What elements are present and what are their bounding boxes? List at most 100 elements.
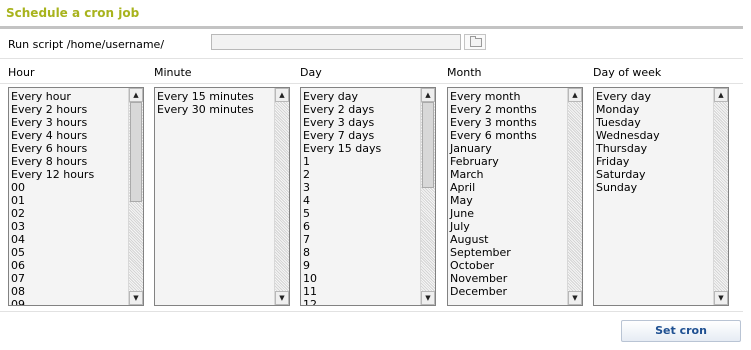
- day-listbox[interactable]: Every day Every 2 days Every 3 days Every 7…: [300, 87, 436, 306]
- list-option[interactable]: Every 3 hours: [11, 116, 127, 129]
- list-option[interactable]: Every 2 hours: [11, 103, 127, 116]
- list-option[interactable]: Every 4 hours: [11, 129, 127, 142]
- list-option[interactable]: December: [450, 285, 566, 298]
- list-option[interactable]: July: [450, 220, 566, 233]
- scroll-thumb[interactable]: [422, 102, 434, 188]
- minute-listbox[interactable]: Every 15 minutes Every 30 minutes ▲ ▼: [154, 87, 290, 306]
- list-option[interactable]: 03: [11, 220, 127, 233]
- list-option[interactable]: February: [450, 155, 566, 168]
- scroll-up-arrow-icon[interactable]: ▲: [714, 88, 728, 102]
- list-option[interactable]: 7: [303, 233, 419, 246]
- row-divider: [0, 58, 743, 59]
- month-listbox[interactable]: Every month Every 2 months Every 3 months E…: [447, 87, 583, 306]
- minute-label: Minute: [154, 66, 192, 79]
- list-option[interactable]: 4: [303, 194, 419, 207]
- list-option[interactable]: 3: [303, 181, 419, 194]
- hour-label: Hour: [8, 66, 35, 79]
- row-divider: [0, 311, 743, 312]
- month-options: Every month Every 2 months Every 3 months E…: [450, 90, 566, 298]
- list-option[interactable]: 8: [303, 246, 419, 259]
- list-option[interactable]: 09: [11, 298, 127, 305]
- list-option[interactable]: May: [450, 194, 566, 207]
- scrollbar[interactable]: ▲ ▼: [128, 88, 143, 305]
- list-option[interactable]: Monday: [596, 103, 712, 116]
- list-option[interactable]: March: [450, 168, 566, 181]
- page-title: Schedule a cron job: [6, 6, 140, 20]
- list-option[interactable]: 9: [303, 259, 419, 272]
- day-of-week-listbox[interactable]: Every day Monday Tuesday Wednesday Thursday F…: [593, 87, 729, 306]
- scroll-up-arrow-icon[interactable]: ▲: [568, 88, 582, 102]
- month-label: Month: [447, 66, 482, 79]
- list-option[interactable]: Every 8 hours: [11, 155, 127, 168]
- dow-options: Every day Monday Tuesday Wednesday Thursday F…: [596, 90, 712, 194]
- list-option[interactable]: Every 6 months: [450, 129, 566, 142]
- list-option[interactable]: Saturday: [596, 168, 712, 181]
- list-option[interactable]: Every 30 minutes: [157, 103, 273, 116]
- list-option[interactable]: 00: [11, 181, 127, 194]
- scroll-down-arrow-icon[interactable]: ▼: [275, 291, 289, 305]
- list-option[interactable]: November: [450, 272, 566, 285]
- list-option[interactable]: Friday: [596, 155, 712, 168]
- list-option[interactable]: Sunday: [596, 181, 712, 194]
- scroll-up-arrow-icon[interactable]: ▲: [129, 88, 143, 102]
- list-option[interactable]: 05: [11, 246, 127, 259]
- scroll-down-arrow-icon[interactable]: ▼: [421, 291, 435, 305]
- list-option[interactable]: April: [450, 181, 566, 194]
- list-option[interactable]: Every month: [450, 90, 566, 103]
- list-option[interactable]: Wednesday: [596, 129, 712, 142]
- day-of-week-label: Day of week: [593, 66, 662, 79]
- run-script-label: Run script /home/username/: [8, 38, 165, 51]
- scroll-thumb[interactable]: [130, 102, 142, 202]
- scroll-down-arrow-icon[interactable]: ▼: [714, 291, 728, 305]
- list-option[interactable]: 2: [303, 168, 419, 181]
- minute-options: Every 15 minutes Every 30 minutes: [157, 90, 273, 116]
- list-option[interactable]: June: [450, 207, 566, 220]
- list-option[interactable]: September: [450, 246, 566, 259]
- list-option[interactable]: 07: [11, 272, 127, 285]
- list-option[interactable]: August: [450, 233, 566, 246]
- list-option[interactable]: Every 12 hours: [11, 168, 127, 181]
- list-option[interactable]: 12: [303, 298, 419, 305]
- scrollbar[interactable]: ▲ ▼: [567, 88, 582, 305]
- scroll-down-arrow-icon[interactable]: ▼: [568, 291, 582, 305]
- list-option[interactable]: Every 2 days: [303, 103, 419, 116]
- list-option[interactable]: Every 2 months: [450, 103, 566, 116]
- list-option[interactable]: Every 3 days: [303, 116, 419, 129]
- list-option[interactable]: Every 15 minutes: [157, 90, 273, 103]
- list-option[interactable]: January: [450, 142, 566, 155]
- list-option[interactable]: Every hour: [11, 90, 127, 103]
- set-cron-button[interactable]: Set cron: [621, 320, 741, 342]
- script-path-input[interactable]: [211, 34, 461, 50]
- scroll-down-arrow-icon[interactable]: ▼: [129, 291, 143, 305]
- list-option[interactable]: Every 6 hours: [11, 142, 127, 155]
- browse-button[interactable]: [464, 34, 486, 50]
- list-option[interactable]: Every day: [596, 90, 712, 103]
- list-option[interactable]: 01: [11, 194, 127, 207]
- list-option[interactable]: Thursday: [596, 142, 712, 155]
- hour-listbox[interactable]: Every hour Every 2 hours Every 3 hours Ever…: [8, 87, 144, 306]
- list-option[interactable]: 1: [303, 155, 419, 168]
- title-divider: [0, 26, 743, 29]
- scroll-up-arrow-icon[interactable]: ▲: [275, 88, 289, 102]
- list-option[interactable]: 06: [11, 259, 127, 272]
- scrollbar[interactable]: ▲ ▼: [420, 88, 435, 305]
- scrollbar[interactable]: ▲ ▼: [713, 88, 728, 305]
- list-option[interactable]: Every 7 days: [303, 129, 419, 142]
- list-option[interactable]: 04: [11, 233, 127, 246]
- list-option[interactable]: 5: [303, 207, 419, 220]
- list-option[interactable]: Every 3 months: [450, 116, 566, 129]
- list-option[interactable]: Tuesday: [596, 116, 712, 129]
- list-option[interactable]: 6: [303, 220, 419, 233]
- list-option[interactable]: 10: [303, 272, 419, 285]
- list-option[interactable]: Every 15 days: [303, 142, 419, 155]
- folder-icon: [470, 36, 482, 47]
- list-option[interactable]: October: [450, 259, 566, 272]
- list-option[interactable]: 11: [303, 285, 419, 298]
- list-option[interactable]: 02: [11, 207, 127, 220]
- list-option[interactable]: 08: [11, 285, 127, 298]
- scroll-up-arrow-icon[interactable]: ▲: [421, 88, 435, 102]
- row-divider: [0, 83, 743, 84]
- list-option[interactable]: Every day: [303, 90, 419, 103]
- day-label: Day: [300, 66, 322, 79]
- scrollbar[interactable]: ▲ ▼: [274, 88, 289, 305]
